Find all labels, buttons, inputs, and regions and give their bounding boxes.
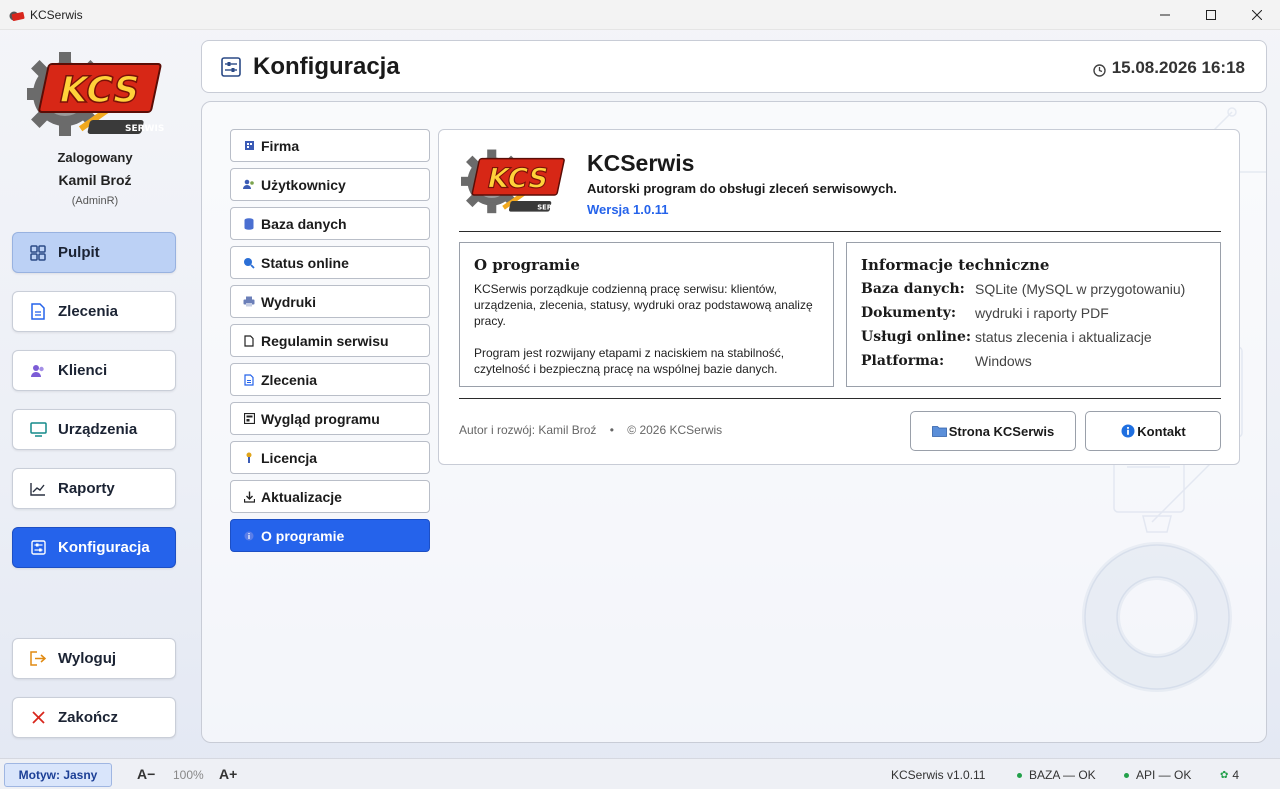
program-info-box: O programie KCSerwis porządkuje codzienn…	[459, 242, 834, 387]
user-role: (AdminR)	[71, 195, 119, 207]
zoom-in-button[interactable]: A+	[219, 766, 237, 782]
nav-klienci-button[interactable]: Klienci	[12, 350, 176, 391]
program-box-title: O programie	[474, 256, 580, 274]
online-count: ✿ 4	[1220, 768, 1240, 782]
divider	[459, 398, 1221, 399]
svg-text:KCS: KCS	[55, 68, 143, 111]
status-dot-icon	[1017, 772, 1022, 778]
cfg-o-programie[interactable]: O programie	[230, 519, 430, 552]
info-icon	[1120, 424, 1136, 438]
cfg-zlecenia[interactable]: Zlecenia	[230, 363, 430, 396]
cfg-wyglad[interactable]: Wygląd programu	[230, 402, 430, 435]
divider	[459, 231, 1221, 232]
app-logo-icon	[9, 9, 25, 21]
layout-icon	[243, 413, 255, 425]
kcs-logo: KCS SERWIS	[459, 148, 571, 220]
gear-icon: ✿	[1220, 769, 1229, 781]
app-subtitle: Autorski program do obsługi zleceń serwi…	[587, 181, 897, 196]
svg-text:KCS: KCS	[484, 162, 551, 195]
close-icon	[1252, 10, 1262, 20]
datetime-display: 15.08.2026 16:18	[1093, 58, 1245, 78]
close-icon	[29, 709, 47, 727]
search-globe-icon	[243, 257, 255, 269]
app-version: Wersja 1.0.11	[587, 202, 669, 217]
sidebar: KCS SERWIS Zalogowany Kamil Broź (AdminR…	[0, 30, 190, 758]
logout-button[interactable]: Wyloguj	[12, 638, 176, 679]
minimize-button[interactable]	[1142, 0, 1188, 30]
download-icon	[243, 491, 255, 503]
company-icon	[243, 140, 255, 152]
cfg-uzytkownicy[interactable]: Użytkownicy	[230, 168, 430, 201]
nav-pulpit-button[interactable]: Pulpit	[12, 232, 176, 273]
database-icon	[243, 217, 255, 230]
info-icon	[243, 530, 255, 542]
cfg-firma[interactable]: Firma	[230, 129, 430, 162]
cfg-aktualizacje[interactable]: Aktualizacje	[230, 480, 430, 513]
title-bar: KCSerwis	[0, 0, 1280, 30]
close-window-button[interactable]	[1234, 0, 1280, 30]
nav-konfiguracja-button[interactable]: Konfiguracja	[12, 527, 176, 568]
users-icon	[29, 362, 47, 380]
program-paragraph-1: KCSerwis porządkuje codzienną pracę serw…	[474, 282, 813, 328]
minimize-icon	[1160, 14, 1170, 16]
settings-icon	[29, 539, 47, 557]
cfg-status-online[interactable]: Status online	[230, 246, 430, 279]
cfg-regulamin[interactable]: Regulamin serwisu	[230, 324, 430, 357]
website-button[interactable]: Strona KCSerwis	[910, 411, 1076, 451]
chart-icon	[29, 480, 47, 498]
author-line: Autor i rozwój: Kamil Broź • © 2026 KCSe…	[459, 423, 723, 437]
users-icon	[243, 179, 255, 191]
kcs-logo: KCS SERWIS	[23, 50, 167, 145]
page-title: Konfiguracja	[253, 52, 400, 80]
main-panel: Firma Użytkownicy Baza danych Status onl…	[201, 101, 1267, 743]
status-bar: Motyw: Jasny A− 100% A+ KCSerwis v1.0.11…	[0, 758, 1280, 789]
zoom-level: 100%	[173, 768, 204, 782]
theme-toggle-button[interactable]: Motyw: Jasny	[4, 763, 112, 787]
program-paragraph-2: Program jest rozwijany etapami z naciski…	[474, 346, 785, 376]
window-title: KCSerwis	[30, 7, 83, 22]
zoom-out-button[interactable]: A−	[137, 766, 155, 782]
dashboard-icon	[29, 244, 47, 262]
cfg-baza-danych[interactable]: Baza danych	[230, 207, 430, 240]
app-version-status: KCSerwis v1.0.11	[891, 768, 986, 782]
page-icon	[243, 334, 255, 347]
printer-icon	[243, 296, 255, 308]
logout-icon	[29, 650, 47, 668]
tech-box-title: Informacje techniczne	[861, 256, 1050, 274]
cfg-wydruki[interactable]: Wydruki	[230, 285, 430, 318]
svg-text:SERWIS: SERWIS	[125, 124, 164, 134]
settings-icon	[221, 56, 241, 77]
document-icon	[29, 303, 47, 321]
nav-urzadzenia-button[interactable]: Urządzenia	[12, 409, 176, 450]
page-header: Konfiguracja 15.08.2026 16:18	[201, 40, 1267, 93]
document-icon	[243, 373, 255, 386]
nav-raporty-button[interactable]: Raporty	[12, 468, 176, 509]
logged-in-label: Zalogowany	[57, 150, 133, 165]
tech-info-box: Informacje techniczne Baza danych: SQLit…	[846, 242, 1221, 387]
api-status: API — OK	[1124, 768, 1191, 782]
svg-text:SERWIS: SERWIS	[537, 203, 567, 211]
nav-zlecenia-button[interactable]: Zlecenia	[12, 291, 176, 332]
folder-icon	[932, 424, 948, 438]
key-icon	[243, 452, 255, 464]
db-status: BAZA — OK	[1017, 768, 1096, 782]
exit-button[interactable]: Zakończ	[12, 697, 176, 738]
maximize-icon	[1206, 10, 1216, 20]
app-name: KCSerwis	[587, 150, 695, 176]
status-dot-icon	[1124, 772, 1129, 778]
clock-icon	[1093, 62, 1106, 77]
user-name: Kamil Broź	[58, 172, 132, 188]
cfg-licencja[interactable]: Licencja	[230, 441, 430, 474]
monitor-icon	[29, 421, 47, 439]
about-card: KCS SERWIS KCSerwis Autorski program do …	[438, 129, 1240, 465]
contact-button[interactable]: Kontakt	[1085, 411, 1221, 451]
maximize-button[interactable]	[1188, 0, 1234, 30]
